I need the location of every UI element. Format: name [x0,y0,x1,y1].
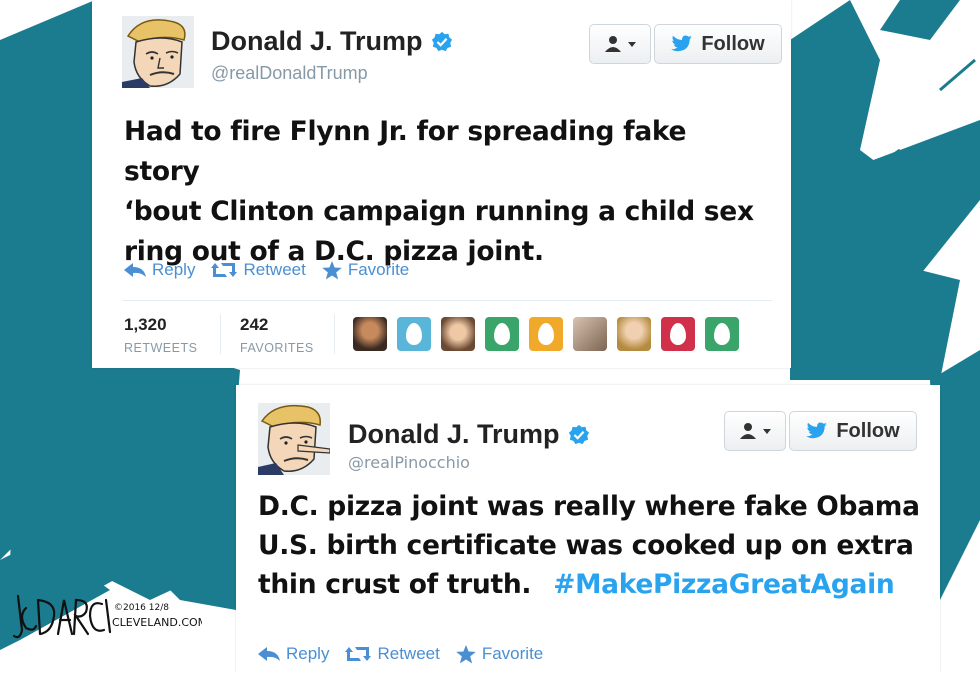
pinocchio-avatar[interactable] [258,403,330,475]
favoriter-avatar[interactable] [441,317,475,351]
reply-label: Reply [286,644,330,663]
person-icon [605,36,621,52]
stat-separator [334,314,335,354]
tweet-text-line: D.C. pizza joint was really where fake O… [258,491,920,522]
stat-separator [220,314,221,354]
retweet-action[interactable]: Retweet [345,644,440,664]
twitter-bird-icon [671,35,693,52]
svg-text:©2016 12/8: ©2016 12/8 [114,603,169,613]
retweet-count-label: RETWEETS [124,341,198,355]
user-actions-dropdown[interactable] [589,24,651,64]
reply-action[interactable]: Reply [124,260,195,280]
tweet-actions: Reply Retweet Favorite [258,644,559,664]
favoriter-avatar-egg[interactable] [485,317,519,351]
retweet-count-value: 1,320 [124,315,167,334]
verified-badge-icon [568,424,589,444]
retweet-count[interactable]: 1,320 RETWEETS [124,315,197,355]
caret-down-icon [628,42,636,47]
retweet-label: Retweet [243,260,306,279]
favorite-label: Favorite [347,260,410,279]
caret-down-icon [763,429,771,434]
tweet-text-line: U.S. birth certificate was cooked up on … [258,530,914,561]
artist-signature: ©2016 12/8 CLEVELAND.COM [12,594,202,639]
display-name[interactable]: Donald J. Trump [211,26,423,57]
trump-avatar[interactable] [122,16,194,88]
favoriter-avatar[interactable] [573,317,607,351]
follow-label: Follow [836,419,900,442]
tweet-text-line: thin crust of truth. #MakePizzaGreatAgain [258,565,928,604]
follow-label: Follow [701,32,765,55]
tweet-text-line: ‘bout Clinton campaign running a child s… [124,196,754,227]
follow-button[interactable]: Follow [654,24,782,64]
tweet-card-1: Donald J. Trump @realDonaldTrump Follow … [92,0,791,368]
favoriter-avatar-egg[interactable] [529,317,563,351]
hashtag-link[interactable]: #MakePizzaGreatAgain [553,569,895,600]
tweet-actions: Reply Retweet Favorite [124,260,425,280]
user-actions-dropdown[interactable] [724,411,786,451]
user-handle[interactable]: @realDonaldTrump [211,63,368,84]
verified-badge-icon [431,31,452,51]
favoriter-avatar-egg[interactable] [705,317,739,351]
follow-button[interactable]: Follow [789,411,917,451]
retweet-label: Retweet [377,644,440,663]
reply-arrow-icon [124,263,146,277]
reply-action[interactable]: Reply [258,644,329,664]
favoriter-avatar[interactable] [353,317,387,351]
favoriter-avatar-egg[interactable] [661,317,695,351]
reply-arrow-icon [258,647,280,661]
favoriter-avatar[interactable] [617,317,651,351]
stats-divider [122,300,772,301]
favoriter-avatar-egg[interactable] [397,317,431,351]
favorite-label: Favorite [481,644,544,663]
favorite-action[interactable]: Favorite [456,644,543,664]
favorite-count-value: 242 [240,315,269,334]
retweet-icon [345,647,372,661]
star-icon [322,260,342,279]
favorite-action[interactable]: Favorite [322,260,409,280]
tweet-text: Had to fire Flynn Jr. for spreading fake… [124,112,764,272]
favorite-count[interactable]: 242 FAVORITES [240,315,314,355]
tweet-card-2: Donald J. Trump @realPinocchio Follow D.… [236,385,940,673]
retweet-icon [211,263,238,277]
star-icon [456,644,476,663]
reply-label: Reply [152,260,196,279]
favoriter-avatars [353,317,749,351]
user-handle[interactable]: @realPinocchio [348,453,470,472]
tweet-text-line: Had to fire Flynn Jr. for spreading fake… [124,116,687,187]
svg-text:CLEVELAND.COM: CLEVELAND.COM [112,616,202,629]
tweet-text: D.C. pizza joint was really where fake O… [258,487,928,604]
person-icon [740,423,756,439]
twitter-bird-icon [806,422,828,439]
display-name[interactable]: Donald J. Trump [348,419,560,450]
retweet-action[interactable]: Retweet [211,260,306,280]
favorite-count-label: FAVORITES [240,341,314,355]
tweet-text-line-end: thin crust of truth. [258,569,532,600]
